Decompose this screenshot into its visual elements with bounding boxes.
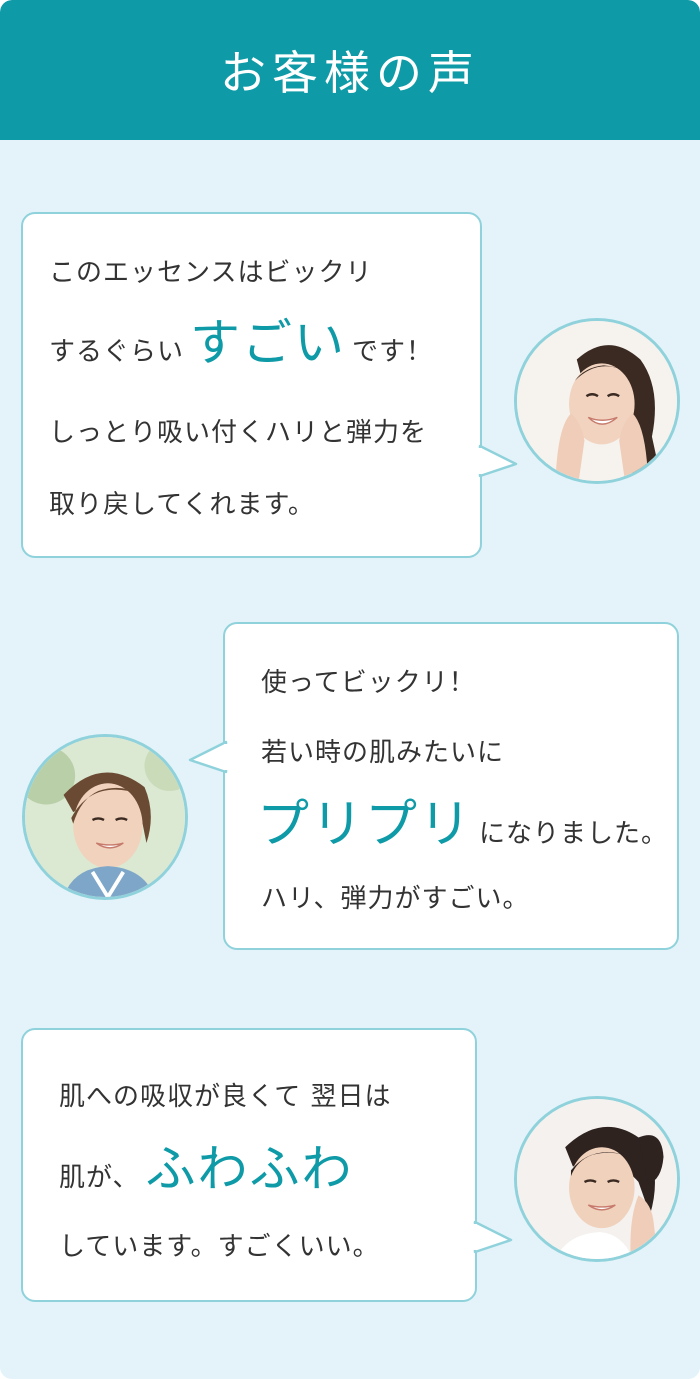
testimonial-2-accent: プリプリ — [257, 795, 474, 855]
header-bar: お客様の声 — [0, 0, 700, 140]
avatar-3 — [514, 1096, 680, 1262]
woman-smiling-hands-on-cheeks-photo-icon — [517, 321, 677, 481]
testimonial-2-line-4: ハリ、弾力がすごい。 — [261, 884, 530, 914]
avatar-1 — [514, 318, 680, 484]
testimonial-bubble-2: 使ってビックリ！ 若い時の肌みたいに プリプリ になりました。 ハリ、弾力がすごい… — [223, 622, 679, 950]
testimonial-3-accent: ふわふわ — [145, 1140, 354, 1198]
testimonial-bubble-3: 肌への吸収が良くて 翌日は 肌が、 ふわふわ しています。すごくいい。 — [21, 1028, 477, 1302]
testimonial-3-line-3: しています。すごくいい。 — [59, 1232, 380, 1262]
testimonial-2-line-1: 使ってビックリ！ — [261, 668, 476, 698]
avatar-2 — [22, 734, 188, 900]
testimonial-2-line-3-post: になりました。 — [479, 819, 669, 849]
bubble-tail-3 — [473, 1220, 513, 1254]
testimonials-panel: お客様の声 このエッセンスはビックリ するぐらい すごい です！ しっとり吸い付くハ… — [0, 0, 700, 1379]
testimonial-1-line-4: 取り戻してくれます。 — [49, 490, 315, 520]
bubble-tail-1 — [478, 444, 518, 478]
testimonial-3-line-1: 肌への吸収が良くて 翌日は — [59, 1082, 392, 1112]
testimonial-1-line-3: しっとり吸い付くハリと弾力を — [49, 418, 428, 448]
testimonial-1-line-2: するぐらい すごい です！ — [49, 308, 433, 378]
testimonial-3-line-2-pre: 肌が、 — [59, 1163, 140, 1193]
testimonial-1-line-1: このエッセンスはビックリ — [49, 258, 373, 288]
testimonial-1-line-2-pre: するぐらい — [49, 337, 185, 367]
page-title: お客様の声 — [220, 46, 480, 100]
bubble-tail-2 — [188, 740, 228, 774]
testimonial-bubble-1: このエッセンスはビックリ するぐらい すごい です！ しっとり吸い付くハリと弾力を … — [21, 212, 482, 558]
testimonial-2-line-3: プリプリ になりました。 — [251, 788, 668, 862]
woman-smiling-outdoors-photo-icon — [25, 737, 185, 897]
testimonial-3-line-2: 肌が、 ふわふわ — [59, 1132, 359, 1206]
testimonial-1-accent: すごい — [190, 314, 347, 372]
woman-smiling-touching-face-photo-icon — [517, 1099, 677, 1259]
testimonial-2-line-2: 若い時の肌みたいに — [261, 738, 505, 768]
testimonial-1-line-2-post: です！ — [352, 337, 434, 367]
